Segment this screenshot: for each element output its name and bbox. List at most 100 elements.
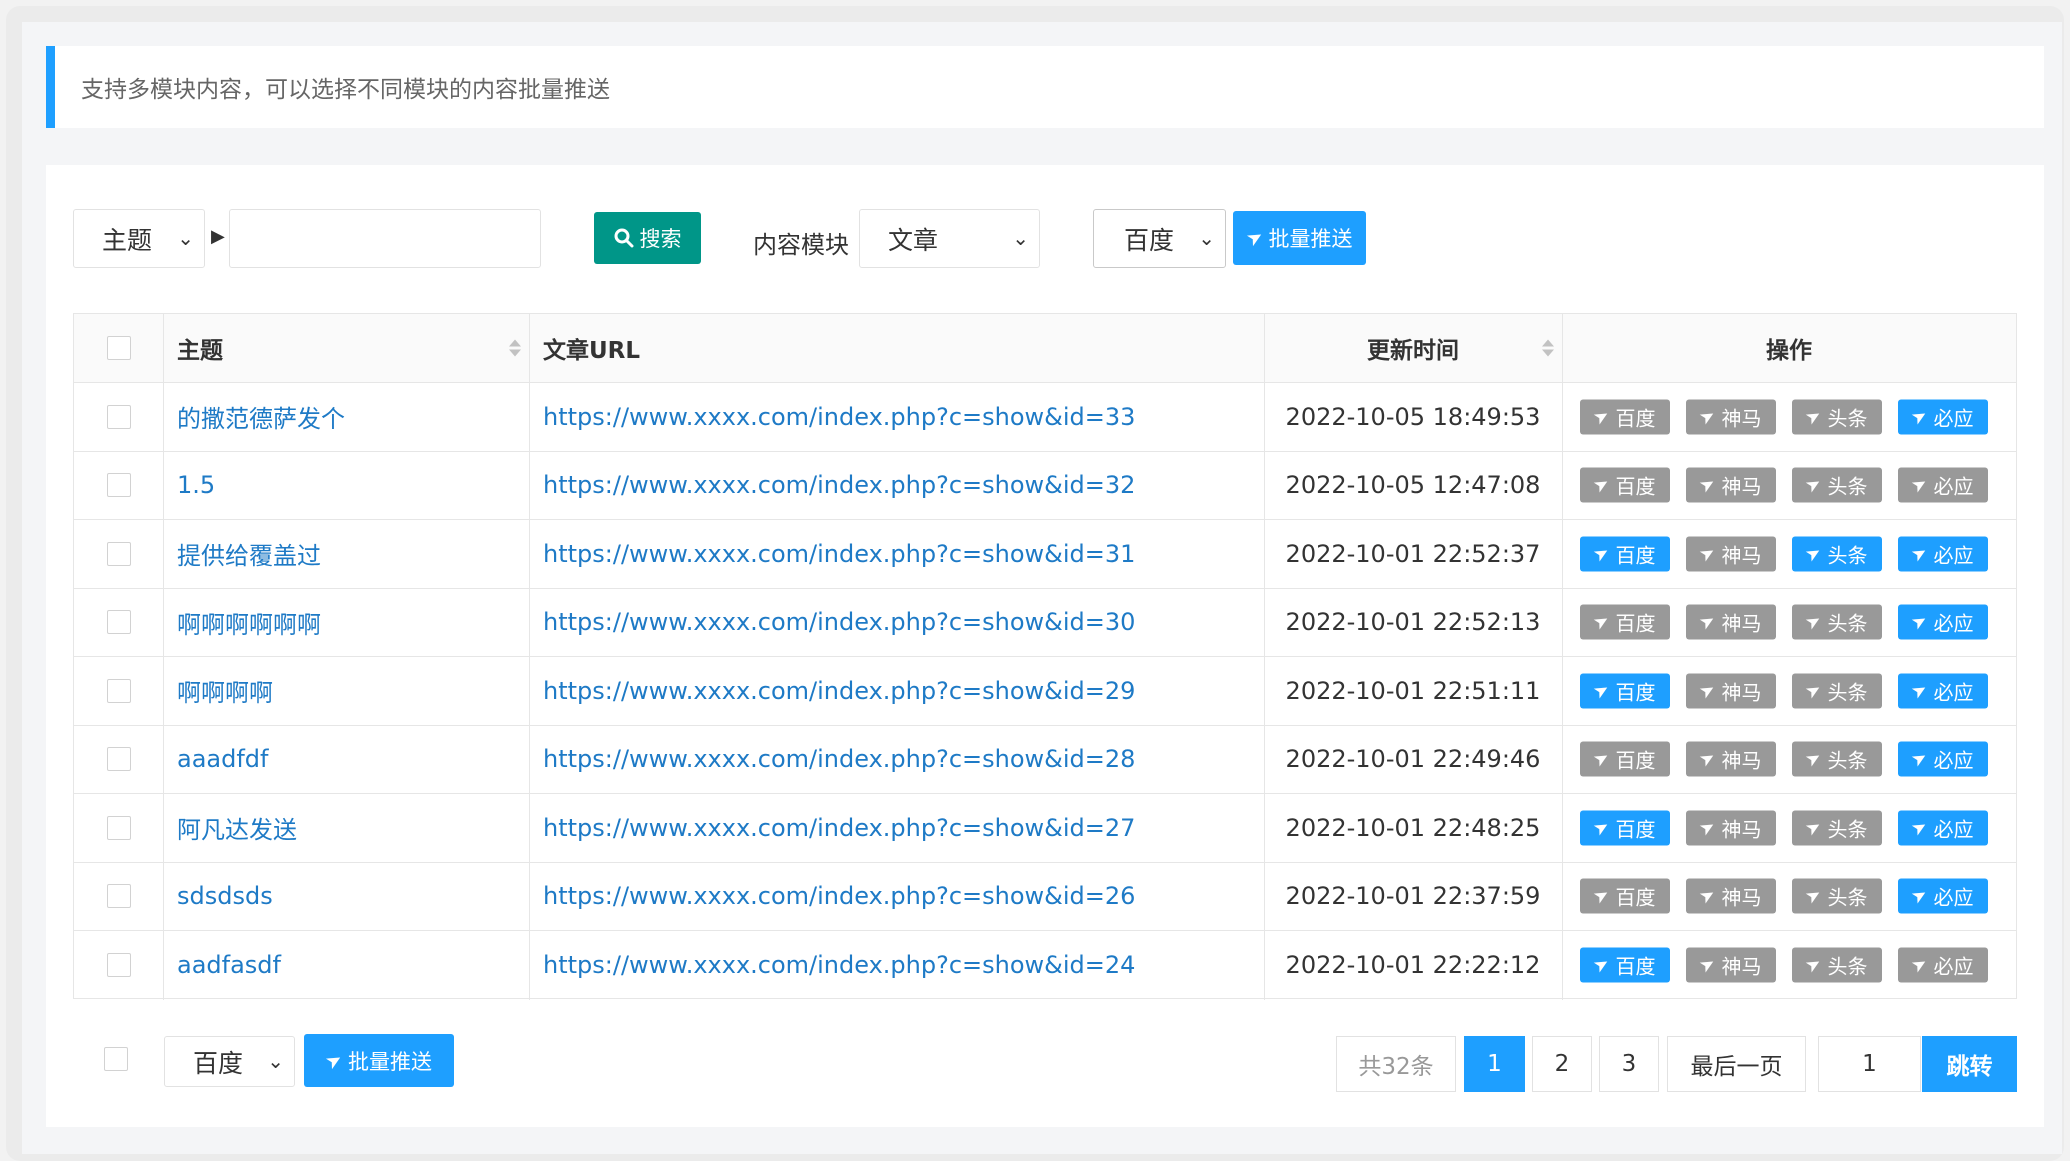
send-icon: ➤ [321, 1046, 347, 1075]
select-all-checkbox[interactable] [106, 336, 131, 360]
push-baidu-button[interactable]: ➤ 百度 [1580, 536, 1670, 572]
row-checkbox[interactable] [106, 747, 131, 772]
push-toutiao-button[interactable]: ➤ 头条 [1792, 947, 1882, 983]
push-baidu-button[interactable]: ➤ 百度 [1580, 399, 1670, 435]
table-row: 提供给覆盖过 https://www.xxxx.com/index.php?c=s… [74, 520, 2016, 589]
push-bing-button[interactable]: ➤ 必应 [1898, 536, 1988, 572]
row-url-link[interactable]: https://www.xxxx.com/index.php?c=show&id… [543, 677, 1135, 705]
search-input[interactable] [229, 209, 541, 268]
footer-select-all-checkbox[interactable] [104, 1047, 128, 1071]
footer-batch-push-button[interactable]: ➤ 批量推送 [304, 1034, 454, 1087]
push-bing-button[interactable]: ➤ 必应 [1898, 878, 1988, 914]
pagination-page-3[interactable]: 3 [1599, 1036, 1659, 1092]
pagination-page-1[interactable]: 1 [1464, 1036, 1525, 1092]
header-time[interactable]: 更新时间 [1264, 314, 1562, 382]
table-row: aaadfdf https://www.xxxx.com/index.php?c=… [74, 725, 2016, 794]
module-select[interactable]: 文章 ⌄ [859, 209, 1040, 268]
send-icon: ➤ [1908, 609, 1932, 636]
row-checkbox[interactable] [106, 884, 131, 909]
push-shenma-button[interactable]: ➤ 神马 [1686, 741, 1776, 777]
push-bing-button[interactable]: ➤ 必应 [1898, 947, 1988, 983]
row-checkbox[interactable] [106, 610, 131, 635]
batch-push-button[interactable]: ➤ 批量推送 [1233, 211, 1366, 265]
header-title[interactable]: 主题 [163, 314, 529, 382]
push-baidu-button[interactable]: ➤ 百度 [1580, 673, 1670, 709]
row-url-link[interactable]: https://www.xxxx.com/index.php?c=show&id… [543, 403, 1135, 431]
sort-icon[interactable] [1542, 339, 1554, 357]
push-baidu-button[interactable]: ➤ 百度 [1580, 467, 1670, 503]
push-button-label: 头条 [1827, 474, 1868, 499]
push-bing-button[interactable]: ➤ 必应 [1898, 741, 1988, 777]
row-time-cell: 2022-10-01 22:51:11 [1264, 657, 1562, 725]
push-toutiao-button[interactable]: ➤ 头条 [1792, 741, 1882, 777]
row-url-link[interactable]: https://www.xxxx.com/index.php?c=show&id… [543, 471, 1135, 499]
search-button[interactable]: 搜索 [594, 212, 701, 264]
push-toutiao-button[interactable]: ➤ 头条 [1792, 810, 1882, 846]
push-toutiao-button[interactable]: ➤ 头条 [1792, 467, 1882, 503]
row-title-link[interactable]: aaadfdf [177, 745, 269, 773]
row-checkbox[interactable] [106, 678, 131, 703]
push-toutiao-button[interactable]: ➤ 头条 [1792, 399, 1882, 435]
row-url-link[interactable]: https://www.xxxx.com/index.php?c=show&id… [543, 745, 1135, 773]
push-button-label: 神马 [1721, 748, 1762, 773]
field-select[interactable]: 主题 ⌄ [73, 209, 205, 268]
push-baidu-button[interactable]: ➤ 百度 [1580, 741, 1670, 777]
row-url-link[interactable]: https://www.xxxx.com/index.php?c=show&id… [543, 540, 1135, 568]
push-bing-button[interactable]: ➤ 必应 [1898, 399, 1988, 435]
push-baidu-button[interactable]: ➤ 百度 [1580, 810, 1670, 846]
row-url-link[interactable]: https://www.xxxx.com/index.php?c=show&id… [543, 608, 1135, 636]
push-button-label: 神马 [1721, 543, 1762, 568]
send-icon: ➤ [1908, 540, 1932, 567]
push-button-label: 必应 [1933, 748, 1974, 773]
footer-engine-select[interactable]: 百度 ⌄ [164, 1036, 295, 1087]
push-shenma-button[interactable]: ➤ 神马 [1686, 467, 1776, 503]
row-checkbox[interactable] [106, 404, 131, 429]
push-shenma-button[interactable]: ➤ 神马 [1686, 604, 1776, 640]
header-select-all-cell [74, 314, 163, 382]
row-checkbox[interactable] [106, 953, 131, 978]
push-shenma-button[interactable]: ➤ 神马 [1686, 878, 1776, 914]
pagination-last-page[interactable]: 最后一页 [1667, 1036, 1806, 1092]
push-baidu-button[interactable]: ➤ 百度 [1580, 947, 1670, 983]
push-shenma-button[interactable]: ➤ 神马 [1686, 673, 1776, 709]
row-checkbox[interactable] [106, 815, 131, 840]
row-url-cell: https://www.xxxx.com/index.php?c=show&id… [529, 383, 1264, 451]
row-select-cell [74, 452, 163, 520]
push-toutiao-button[interactable]: ➤ 头条 [1792, 536, 1882, 572]
row-title-link[interactable]: 的撒范德萨发个 [177, 399, 345, 434]
row-title-link[interactable]: 啊啊啊啊啊啊 [177, 605, 321, 640]
row-checkbox[interactable] [106, 541, 131, 566]
push-bing-button[interactable]: ➤ 必应 [1898, 810, 1988, 846]
push-shenma-button[interactable]: ➤ 神马 [1686, 536, 1776, 572]
row-url-link[interactable]: https://www.xxxx.com/index.php?c=show&id… [543, 951, 1135, 979]
push-bing-button[interactable]: ➤ 必应 [1898, 673, 1988, 709]
pagination-page-2[interactable]: 2 [1532, 1036, 1592, 1092]
push-shenma-button[interactable]: ➤ 神马 [1686, 947, 1776, 983]
row-title-link[interactable]: 提供给覆盖过 [177, 536, 321, 571]
row-url-link[interactable]: https://www.xxxx.com/index.php?c=show&id… [543, 882, 1135, 910]
row-title-link[interactable]: aadfasdf [177, 951, 281, 979]
push-toutiao-button[interactable]: ➤ 头条 [1792, 878, 1882, 914]
row-title-link[interactable]: 啊啊啊啊 [177, 673, 273, 708]
push-bing-button[interactable]: ➤ 必应 [1898, 604, 1988, 640]
push-button-label: 神马 [1721, 885, 1762, 910]
engine-select[interactable]: 百度 ⌄ [1093, 209, 1226, 268]
push-baidu-button[interactable]: ➤ 百度 [1580, 878, 1670, 914]
row-url-link[interactable]: https://www.xxxx.com/index.php?c=show&id… [543, 814, 1135, 842]
row-title-link[interactable]: 阿凡达发送 [177, 810, 297, 845]
push-toutiao-button[interactable]: ➤ 头条 [1792, 673, 1882, 709]
row-title-link[interactable]: sdsdsds [177, 882, 273, 910]
row-checkbox[interactable] [106, 473, 131, 498]
push-bing-button[interactable]: ➤ 必应 [1898, 467, 1988, 503]
push-shenma-button[interactable]: ➤ 神马 [1686, 810, 1776, 846]
row-url-cell: https://www.xxxx.com/index.php?c=show&id… [529, 863, 1264, 931]
push-baidu-button[interactable]: ➤ 百度 [1580, 604, 1670, 640]
row-title-link[interactable]: 1.5 [177, 471, 215, 499]
jump-button[interactable]: 跳转 [1922, 1036, 2017, 1092]
sort-icon[interactable] [509, 339, 521, 357]
push-toutiao-button[interactable]: ➤ 头条 [1792, 604, 1882, 640]
jump-page-input[interactable]: 1 [1818, 1036, 1921, 1092]
push-button-label: 百度 [1615, 406, 1656, 431]
push-shenma-button[interactable]: ➤ 神马 [1686, 399, 1776, 435]
module-select-value: 文章 [888, 225, 939, 255]
